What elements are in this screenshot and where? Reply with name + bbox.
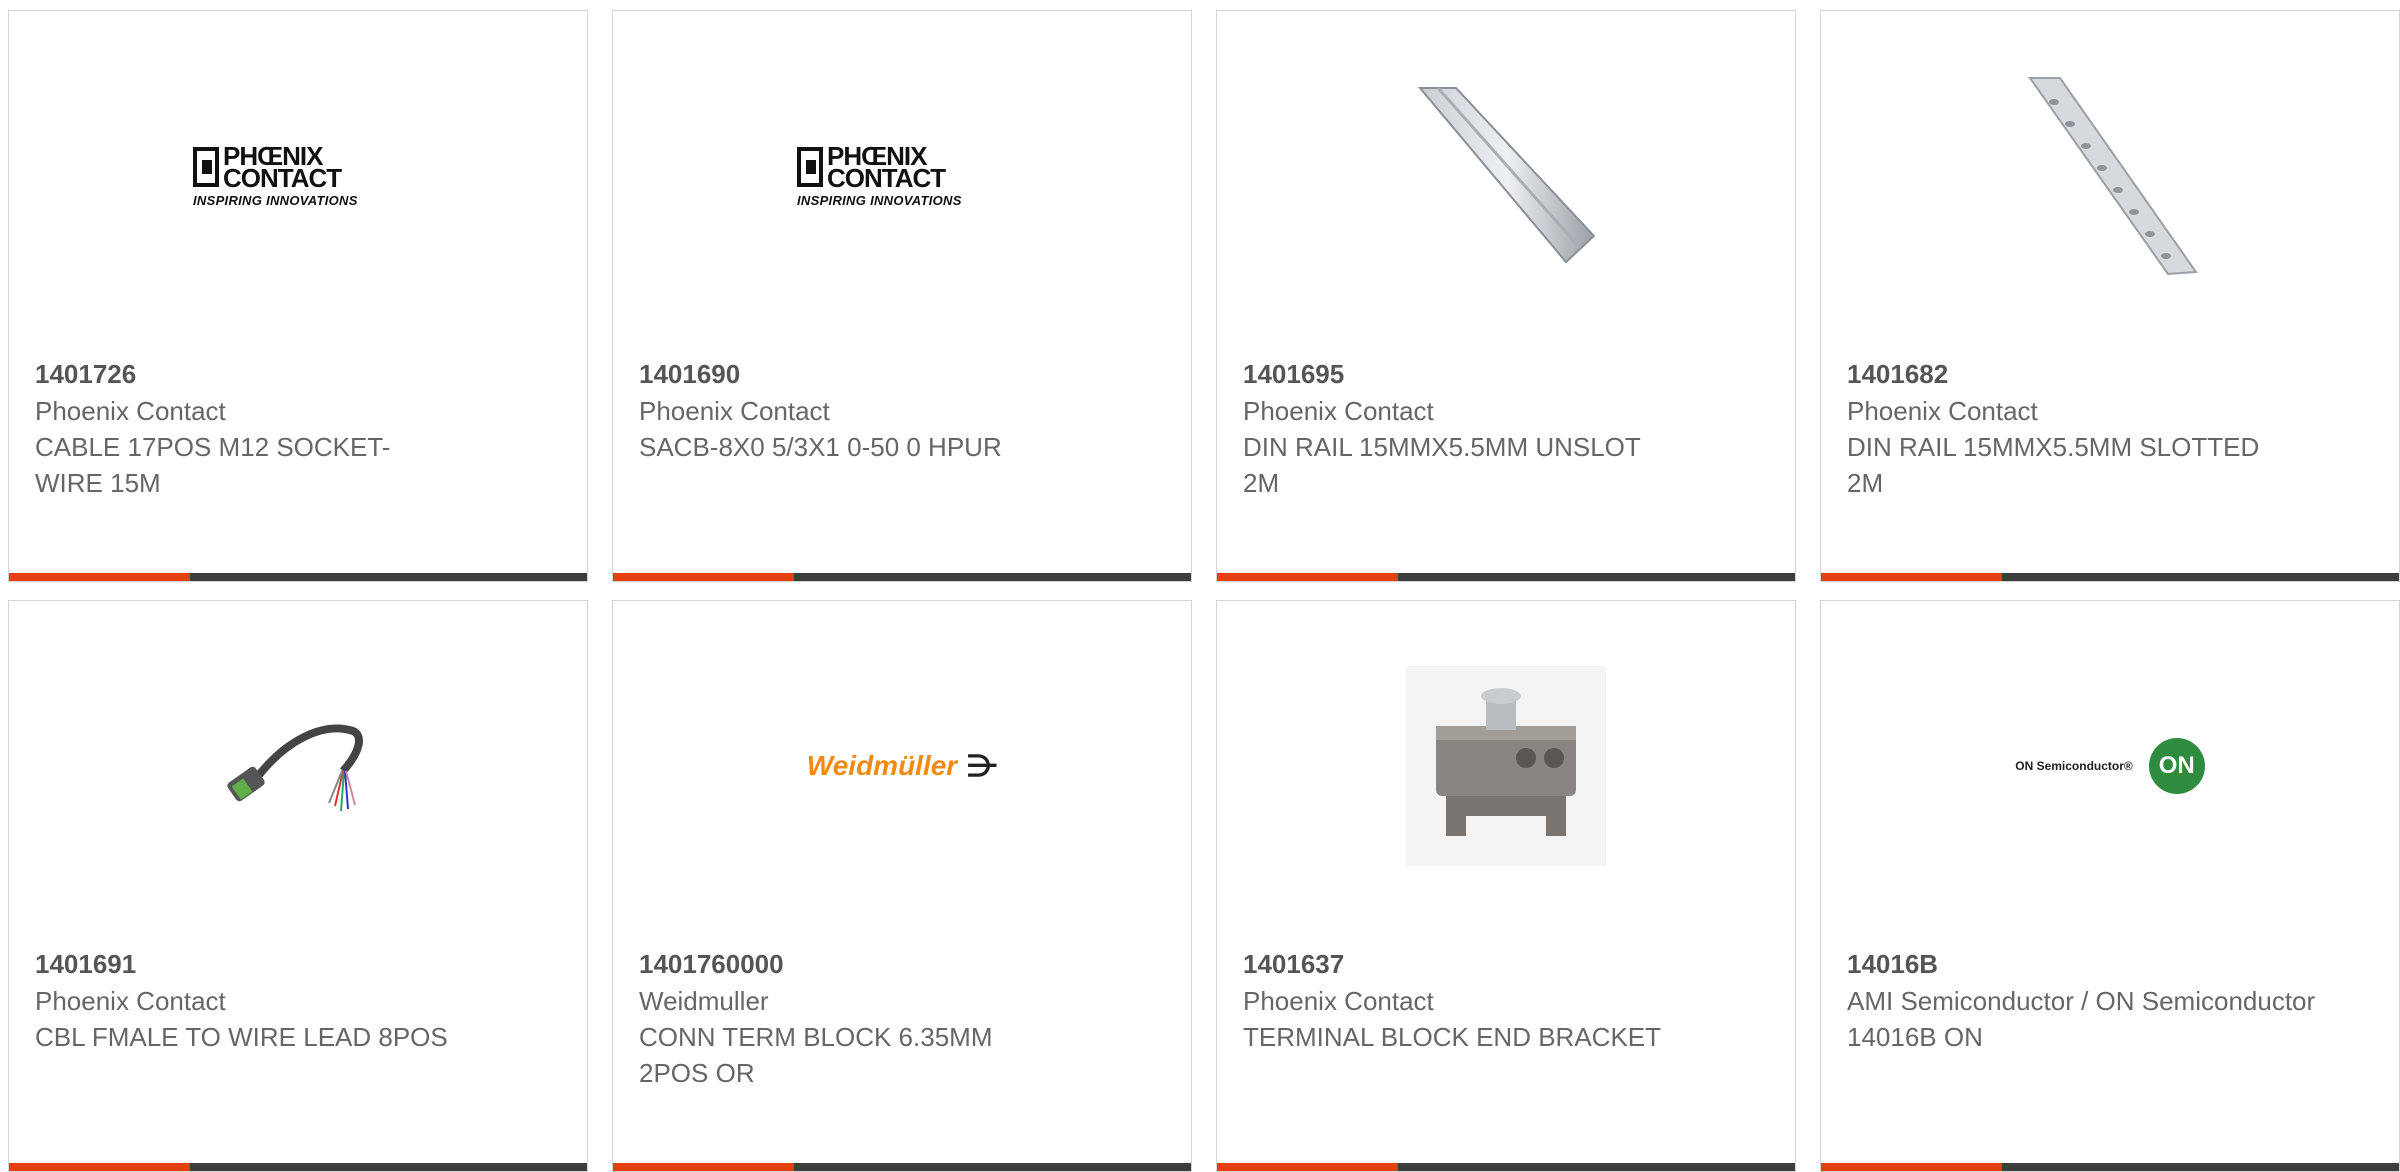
card-accent xyxy=(9,573,190,581)
description: TERMINAL BLOCK END BRACKET xyxy=(1243,1022,1662,1052)
product-card[interactable]: 1401695 Phoenix Contact DIN RAIL 15MMX5.… xyxy=(1216,10,1796,582)
product-card[interactable]: PHŒNIX CONTACT INSPIRING INNOVATIONS 1401… xyxy=(612,10,1192,582)
weidmuller-symbol-icon: ⋺ xyxy=(967,749,998,783)
description: CABLE 17POS M12 SOCKET-WIRE 15M xyxy=(35,432,391,498)
manufacturer: Phoenix Contact xyxy=(35,396,226,426)
card-accent xyxy=(1217,1163,1398,1171)
terminal-block-bracket-photo xyxy=(1406,666,1606,866)
manufacturer: Phoenix Contact xyxy=(1847,396,2038,426)
manufacturer: Phoenix Contact xyxy=(35,986,226,1016)
phoenix-contact-logo: PHŒNIX CONTACT INSPIRING INNOVATIONS xyxy=(193,143,403,208)
card-bottom-bar xyxy=(9,573,587,581)
card-bottom-bar xyxy=(613,573,1191,581)
on-semiconductor-logo: ON Semiconductor® ON xyxy=(2015,738,2205,794)
logo-tagline: INSPIRING INNOVATIONS xyxy=(797,192,962,208)
product-image[interactable] xyxy=(1217,601,1795,931)
on-badge-icon: ON xyxy=(2148,738,2205,794)
card-bottom-bar xyxy=(1217,573,1795,581)
product-card[interactable]: 1401682 Phoenix Contact DIN RAIL 15MMX5.… xyxy=(1820,10,2400,582)
description: CBL FMALE TO WIRE LEAD 8POS xyxy=(35,1022,448,1052)
logo-text: ON Semiconductor® xyxy=(2015,759,2133,773)
part-number[interactable]: 14016B xyxy=(1847,946,2373,983)
weidmuller-logo: Weidmüller ⋺ xyxy=(807,749,997,784)
card-bottom-bar xyxy=(1821,1163,2399,1171)
logo-line2: CONTACT xyxy=(827,162,946,193)
description: SACB-8X0 5/3X1 0-50 0 HPUR xyxy=(639,432,1002,462)
card-accent xyxy=(1821,573,2002,581)
phoenix-contact-logo: PHŒNIX CONTACT INSPIRING INNOVATIONS xyxy=(797,143,1007,208)
product-card[interactable]: ON Semiconductor® ON 14016B AMI Semicond… xyxy=(1820,600,2400,1172)
logo-tagline: INSPIRING INNOVATIONS xyxy=(193,192,358,208)
manufacturer: Phoenix Contact xyxy=(1243,986,1434,1016)
product-image[interactable] xyxy=(9,601,587,931)
card-accent xyxy=(1217,573,1398,581)
card-bottom-bar xyxy=(1217,1163,1795,1171)
manufacturer: Phoenix Contact xyxy=(1243,396,1434,426)
manufacturer: Weidmuller xyxy=(639,986,769,1016)
product-card[interactable]: PHŒNIX CONTACT INSPIRING INNOVATIONS 1401… xyxy=(8,10,588,582)
card-accent xyxy=(613,1163,794,1171)
manufacturer: Phoenix Contact xyxy=(639,396,830,426)
product-image[interactable]: PHŒNIX CONTACT INSPIRING INNOVATIONS xyxy=(9,11,587,341)
product-card[interactable]: 1401691 Phoenix Contact CBL FMALE TO WIR… xyxy=(8,600,588,1172)
card-bottom-bar xyxy=(613,1163,1191,1171)
product-grid: PHŒNIX CONTACT INSPIRING INNOVATIONS 1401… xyxy=(0,0,2400,1172)
part-number[interactable]: 1401690 xyxy=(639,356,1165,393)
din-rail-unslotted-photo xyxy=(1417,87,1596,264)
part-number[interactable]: 1401760000 xyxy=(639,946,1165,983)
product-card[interactable]: 1401637 Phoenix Contact TERMINAL BLOCK E… xyxy=(1216,600,1796,1172)
product-image[interactable]: ON Semiconductor® ON xyxy=(1821,601,2399,931)
cable-connector-photo xyxy=(227,724,363,812)
part-number[interactable]: 1401691 xyxy=(35,946,561,983)
card-accent xyxy=(9,1163,190,1171)
product-image[interactable]: PHŒNIX CONTACT INSPIRING INNOVATIONS xyxy=(613,11,1191,341)
card-accent xyxy=(1821,1163,2002,1171)
part-number[interactable]: 1401726 xyxy=(35,356,561,393)
description: DIN RAIL 15MMX5.5MM SLOTTED 2M xyxy=(1847,432,2260,498)
card-bottom-bar xyxy=(1821,573,2399,581)
card-bottom-bar xyxy=(9,1163,587,1171)
part-number[interactable]: 1401682 xyxy=(1847,356,2373,393)
part-number[interactable]: 1401695 xyxy=(1243,356,1769,393)
product-image[interactable] xyxy=(1821,11,2399,341)
din-rail-slotted-photo xyxy=(2028,77,2198,276)
description: 14016B ON xyxy=(1847,1022,1983,1052)
logo-text: Weidmüller xyxy=(806,750,958,781)
product-image[interactable]: Weidmüller ⋺ xyxy=(613,601,1191,931)
product-card[interactable]: Weidmüller ⋺ 1401760000 Weidmuller CONN … xyxy=(612,600,1192,1172)
description: CONN TERM BLOCK 6.35MM 2POS OR xyxy=(639,1022,993,1088)
manufacturer: AMI Semiconductor / ON Semiconductor xyxy=(1847,986,2316,1016)
card-accent xyxy=(613,573,794,581)
part-number[interactable]: 1401637 xyxy=(1243,946,1769,983)
product-image[interactable] xyxy=(1217,11,1795,341)
description: DIN RAIL 15MMX5.5MM UNSLOT 2M xyxy=(1243,432,1641,498)
logo-line2: CONTACT xyxy=(223,162,342,193)
